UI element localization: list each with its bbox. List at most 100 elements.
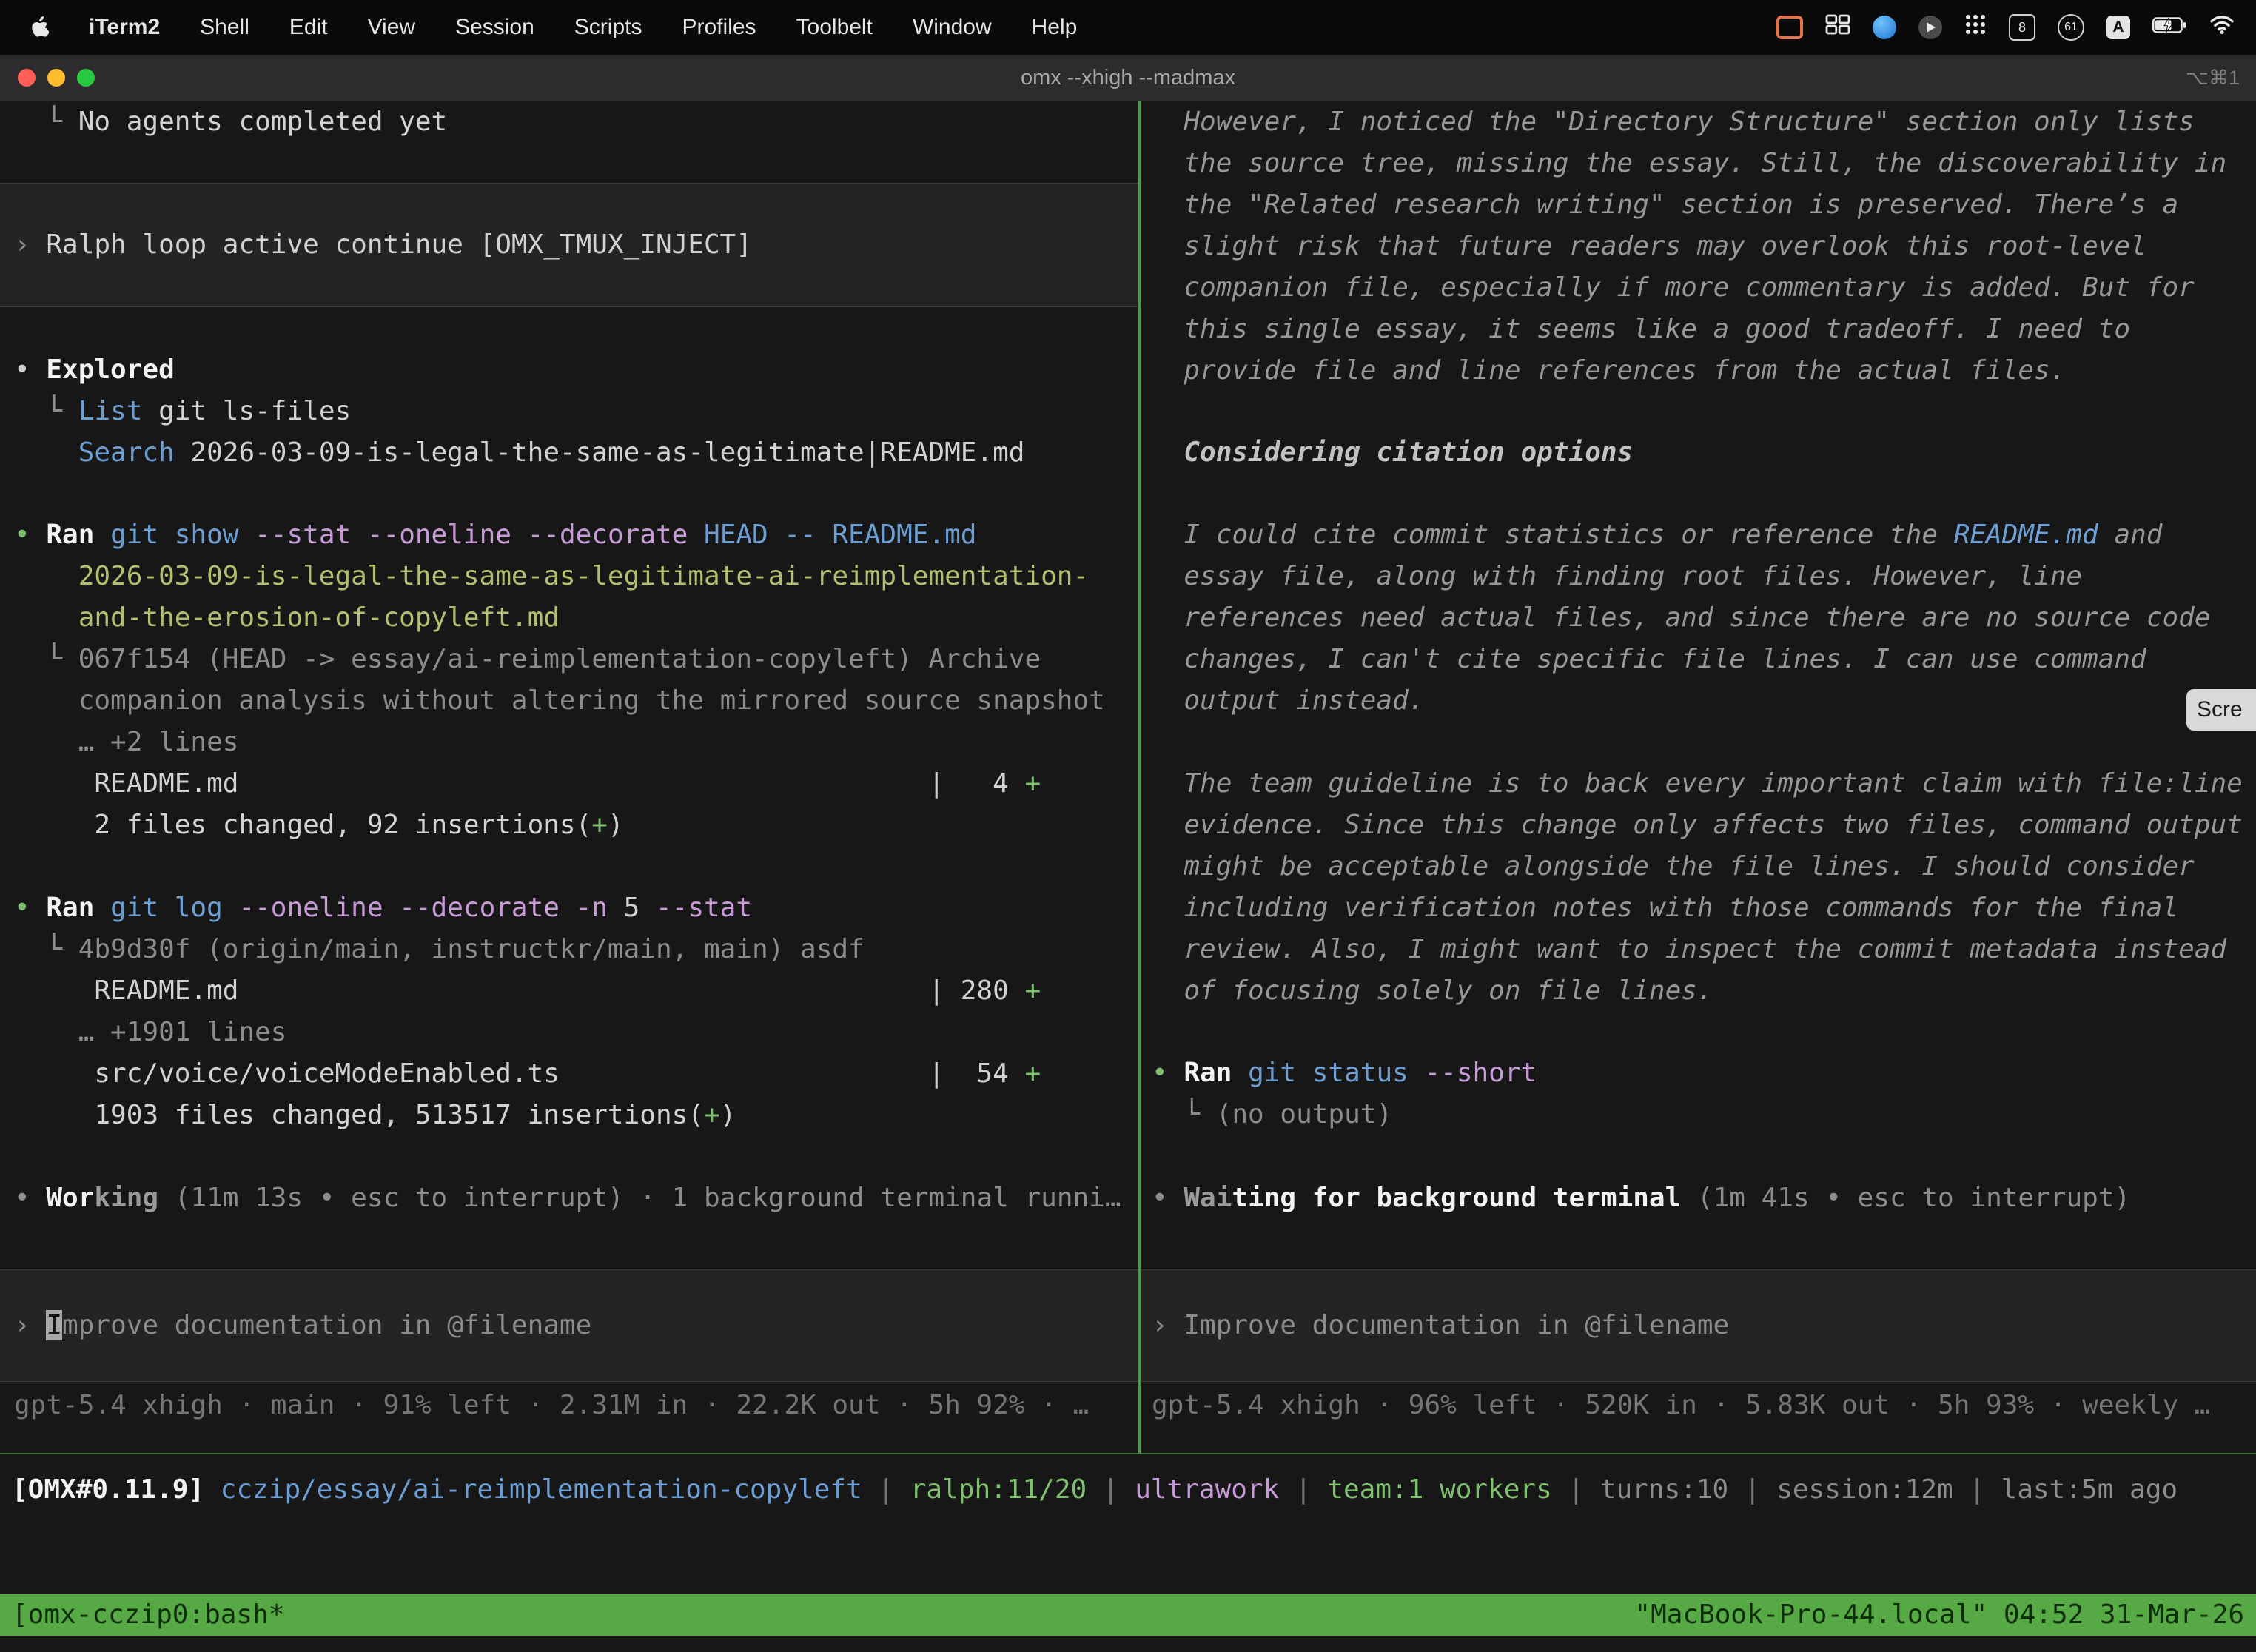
menu-item-iterm2[interactable]: iTerm2 [89, 15, 160, 40]
terminal-line: • Ran git status --short [1152, 1052, 1537, 1094]
omx-status-bar: [OMX#0.11.9] cczip/essay/ai-reimplementa… [12, 1469, 2256, 1511]
menu-item-toolbelt[interactable]: Toolbelt [796, 15, 873, 40]
screen-recording-icon[interactable] [1776, 16, 1803, 39]
apps-grid-icon[interactable] [1964, 13, 1987, 41]
text-segment: … +2 lines [14, 727, 238, 757]
terminal-line: However, I noticed the "Directory Struct… [1152, 101, 2195, 143]
terminal-line: this single essay, it seems like a good … [1152, 309, 2130, 350]
terminal-line: evidence. Since this change only affects… [1152, 805, 2243, 846]
text-segment: README.md | 4 [14, 768, 1024, 799]
tmux-session-label: [omx-cczip0:bash* [12, 1594, 284, 1636]
text-segment: changes, I can't cite specific file line… [1152, 644, 2146, 674]
right-terminal-pane[interactable]: › Improve documentation in @filename How… [1141, 101, 2256, 1453]
text-segment: Wor [46, 1183, 94, 1213]
menubar-status-icons: 8 61 A [1776, 13, 2235, 41]
left-prompt-input[interactable]: › Improve documentation in @filename [0, 1269, 1138, 1382]
window-shortcut-hint: ⌥⌘1 [2186, 55, 2240, 101]
menu-item-window[interactable]: Window [913, 15, 992, 40]
window-titlebar[interactable]: omx --xhigh --madmax ⌥⌘1 [0, 55, 2256, 101]
text-segment: companion file, especially if more comme… [1152, 272, 2195, 303]
text-segment: ting for background terminal [1232, 1183, 1681, 1213]
text-segment: ) [720, 1100, 736, 1130]
terminal-line: Considering citation options [1152, 432, 1633, 474]
terminal-line: including verification notes with those … [1152, 887, 2178, 929]
terminal-line: └ (no output) [1152, 1094, 1392, 1135]
text-segment: | [1552, 1474, 1600, 1505]
wifi-icon[interactable] [2209, 14, 2235, 41]
terminal-line: └ 4b9d30f (origin/main, instructkr/main,… [14, 929, 865, 970]
right-prompt-input-text: › Improve documentation in @filename [1152, 1305, 1729, 1346]
text-segment: provide file and line references from th… [1152, 355, 2066, 386]
tmux-host-time: "MacBook-Pro-44.local" 04:52 31-Mar-26 [1634, 1594, 2244, 1636]
text-segment: review. Also, I might want to inspect th… [1152, 934, 2226, 964]
terminal-line: might be acceptable alongside the file l… [1152, 846, 2195, 887]
terminal-line: 1903 files changed, 513517 insertions(+) [14, 1095, 736, 1136]
text-segment: mprove documentation in @filename [62, 1310, 591, 1340]
text-segment: companion analysis without altering the … [14, 685, 1105, 716]
terminal-area: › Ralph loop active continue [OMX_TMUX_I… [0, 101, 2256, 1652]
terminal-line: references need actual files, and since … [1152, 597, 2210, 639]
text-segment: --oneline --decorate -n [223, 893, 608, 923]
text-segment: git ls-files [142, 396, 351, 426]
text-segment: Explored [46, 355, 174, 385]
screen-share-tooltip[interactable]: Scre [2186, 689, 2256, 731]
battery-icon[interactable] [2152, 15, 2186, 40]
text-segment: Ran [1184, 1058, 1232, 1088]
menu-item-edit[interactable]: Edit [289, 15, 328, 40]
text-segment: HEAD -- README.md [688, 520, 976, 550]
text-segment: └ [14, 107, 78, 137]
text-segment: • [14, 520, 46, 550]
text-segment: git show [94, 520, 238, 550]
menu-item-shell[interactable]: Shell [200, 15, 249, 40]
terminal-line: review. Also, I might want to inspect th… [1152, 929, 2226, 970]
terminal-line: I could cite commit statistics or refere… [1152, 514, 2162, 556]
text-segment: | [862, 1474, 910, 1505]
text-segment: ralph:11/20 [910, 1474, 1087, 1505]
safari-icon[interactable] [1873, 16, 1896, 39]
text-segment: evidence. Since this change only affects… [1152, 810, 2243, 840]
menu-item-help[interactable]: Help [1032, 15, 1078, 40]
text-segment: └ 067f154 (HEAD -> essay/ai-reimplementa… [14, 644, 1041, 674]
text-segment: 2 files changed, 92 insertions( [14, 810, 591, 840]
text-segment: └ (no output) [1152, 1099, 1392, 1129]
terminal-line: • Ran git log --oneline --decorate -n 5 … [14, 887, 752, 929]
text-segment: slight risk that future readers may over… [1152, 231, 2146, 261]
text-segment: (1m 41s • esc to interrupt) [1681, 1183, 2130, 1213]
text-segment: of focusing solely on file lines. [1152, 976, 1713, 1006]
text-segment: --stat --oneline --decorate [238, 520, 688, 550]
text-segment: … +1901 lines [14, 1017, 286, 1047]
text-segment: and [2098, 520, 2163, 550]
apple-menu-icon[interactable] [30, 16, 49, 38]
terminal-line: essay file, along with finding root file… [1152, 556, 2082, 597]
text-segment: gpt-5.4 xhigh · 96% left · 520K in · 5.8… [1152, 1390, 2210, 1420]
terminal-line: gpt-5.4 xhigh · 96% left · 520K in · 5.8… [1152, 1385, 2210, 1426]
app-icon[interactable] [1918, 16, 1942, 39]
percentage-indicator-icon[interactable]: 61 [2058, 14, 2084, 41]
text-segment: The team guideline is to back every impo… [1152, 768, 2243, 799]
menu-item-view[interactable]: View [368, 15, 415, 40]
text-segment: + [1024, 976, 1041, 1006]
menu-item-session[interactable]: Session [455, 15, 534, 40]
ralph-loop-banner: › Ralph loop active continue [OMX_TMUX_I… [0, 183, 1138, 307]
text-segment: List [78, 396, 143, 426]
text-segment: • [14, 355, 46, 385]
terminal-line: … +1901 lines [14, 1012, 286, 1053]
terminal-line: └ 067f154 (HEAD -> essay/ai-reimplementa… [14, 639, 1041, 680]
left-terminal-pane[interactable]: › Ralph loop active continue [OMX_TMUX_I… [0, 101, 1138, 1453]
menubar: iTerm2 Shell Edit View Session Scripts Profile… [0, 0, 2256, 55]
text-segment: ultrawork [1135, 1474, 1279, 1505]
window-title: omx --xhigh --madmax [0, 55, 2256, 101]
input-source-icon[interactable]: A [2106, 16, 2130, 39]
terminal-line: └ No agents completed yet [14, 101, 447, 143]
text-segment: --short [1409, 1058, 1537, 1088]
window-grid-icon[interactable] [1825, 14, 1850, 41]
horizontal-pane-border [0, 1453, 2256, 1454]
text-segment: › [14, 1310, 46, 1340]
menu-item-profiles[interactable]: Profiles [682, 15, 756, 40]
terminal-line: The team guideline is to back every impo… [1152, 763, 2243, 805]
right-prompt-input[interactable]: › Improve documentation in @filename [1141, 1269, 2256, 1382]
menu-item-scripts[interactable]: Scripts [574, 15, 642, 40]
keyboard-icon[interactable]: 8 [2009, 14, 2035, 41]
text-segment: 2026-03-09-is-legal-the-same-as-legitima… [14, 561, 1089, 591]
text-segment: └ [14, 396, 78, 426]
